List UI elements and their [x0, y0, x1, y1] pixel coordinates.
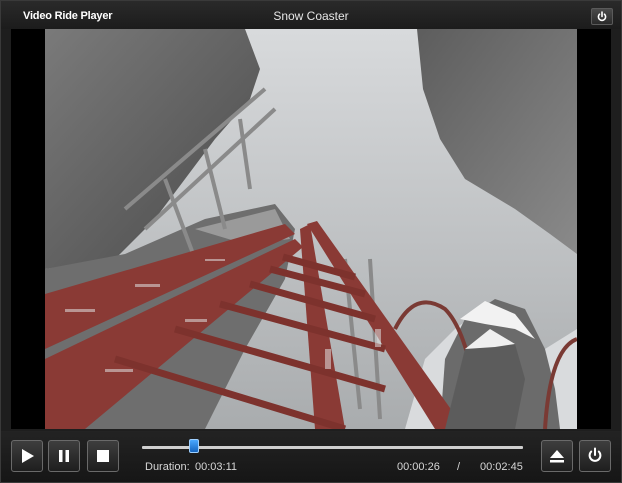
stop-button[interactable] — [87, 440, 119, 472]
duration-value: 00:03:11 — [195, 461, 238, 473]
play-icon — [22, 449, 34, 463]
duration-label: Duration: — [145, 461, 190, 473]
eject-button[interactable] — [541, 440, 573, 472]
elapsed-time: 00:00:26 — [397, 461, 440, 473]
video-title: Snow Coaster — [273, 9, 349, 23]
seek-handle[interactable] — [188, 439, 199, 453]
power-icon — [597, 10, 607, 21]
video-frame — [45, 29, 577, 429]
title-power-button[interactable] — [591, 8, 613, 25]
time-separator: / — [457, 461, 461, 473]
player-window: Video Ride Player Snow Coaster Duration:… — [0, 0, 622, 483]
seek-bar[interactable] — [142, 446, 523, 449]
video-screen[interactable] — [11, 29, 611, 429]
power-icon — [588, 447, 602, 462]
control-bar: Duration: 00:03:11 00:00:26 / 00:02:45 — [1, 431, 621, 482]
power-button[interactable] — [579, 440, 611, 472]
pause-button[interactable] — [48, 440, 80, 472]
title-bar[interactable]: Video Ride Player Snow Coaster — [1, 1, 621, 29]
stop-icon — [97, 450, 109, 462]
play-button[interactable] — [11, 440, 43, 472]
remaining-time: 00:02:45 — [480, 461, 523, 473]
pause-icon — [59, 450, 69, 462]
eject-icon — [550, 450, 564, 463]
video-scene — [45, 29, 577, 429]
